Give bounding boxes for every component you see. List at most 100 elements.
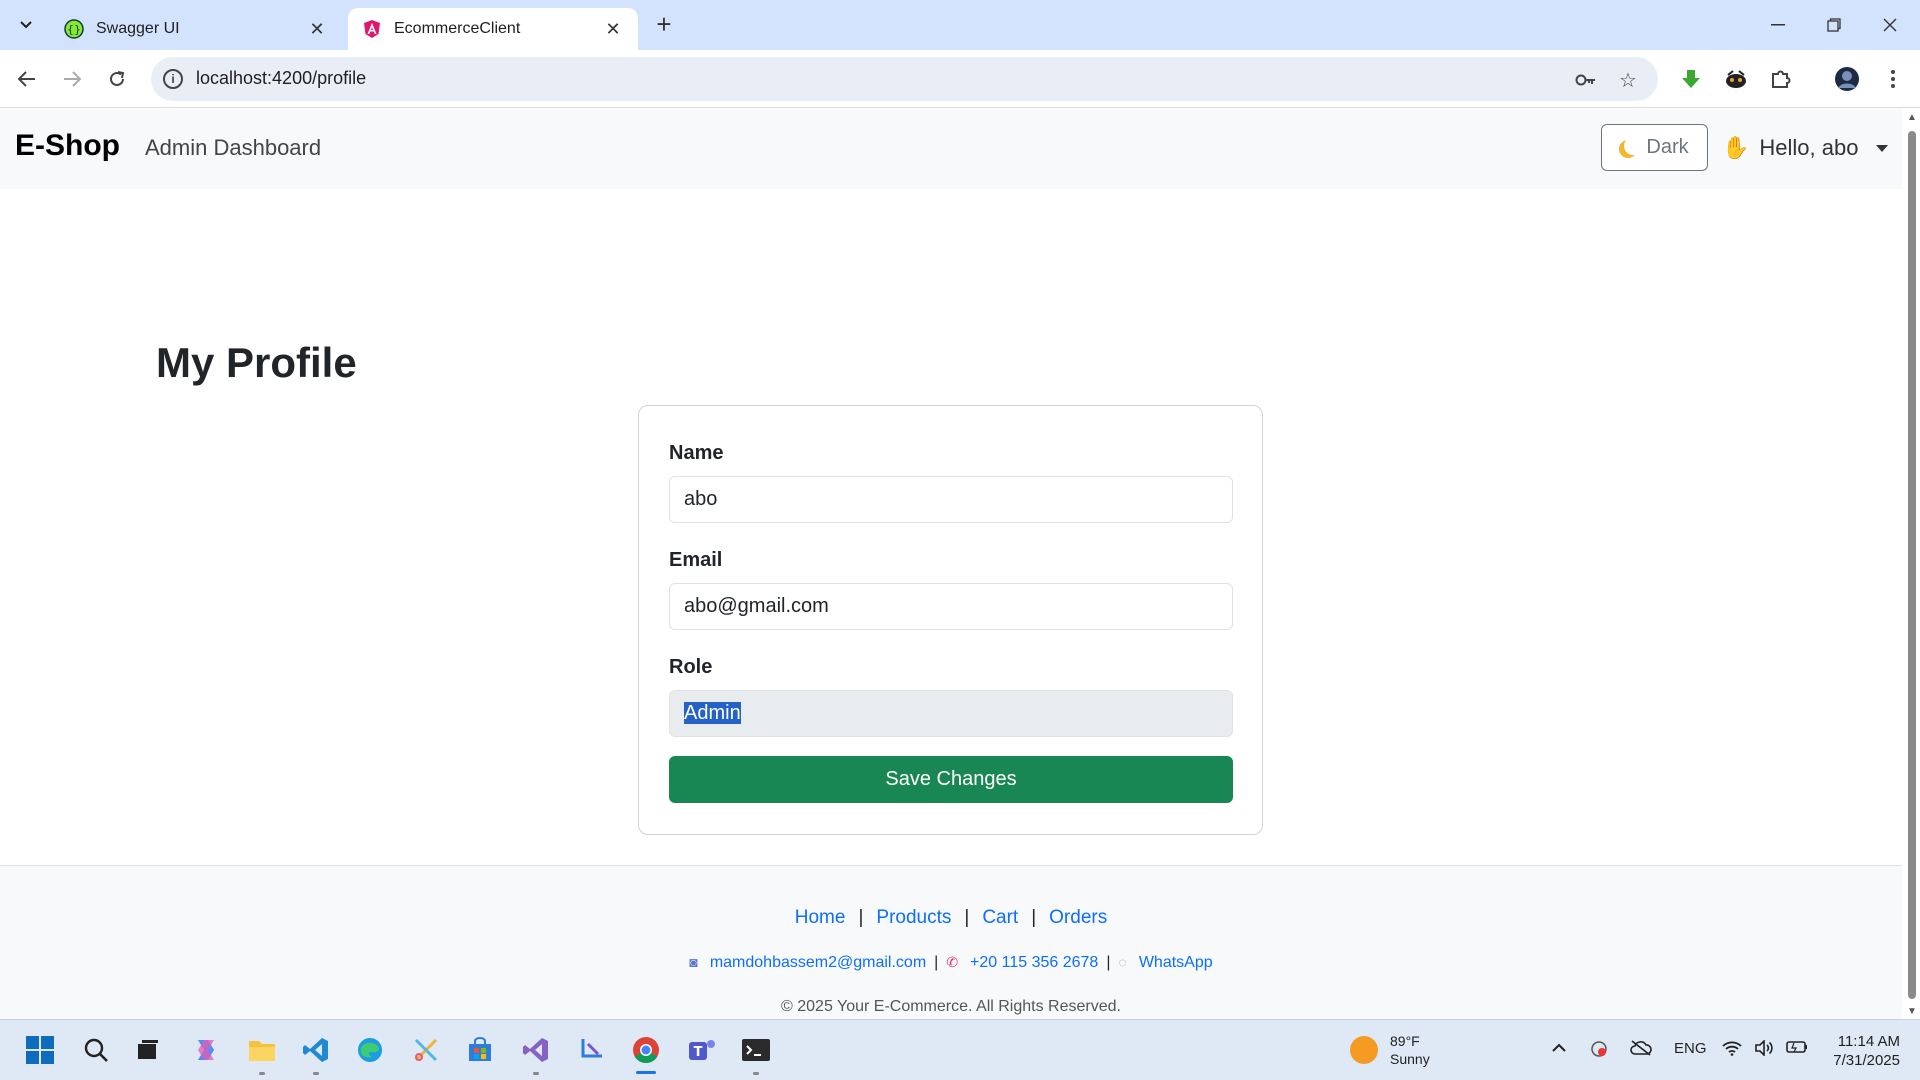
footer-separator: | xyxy=(964,907,970,928)
profile-avatar[interactable] xyxy=(1834,66,1860,92)
footer-link-orders[interactable]: Orders xyxy=(1049,907,1107,928)
email-icon: ◙ xyxy=(689,954,698,970)
svg-text:T: T xyxy=(694,1045,703,1060)
tab-search-button[interactable] xyxy=(10,10,42,40)
terminal-icon[interactable] xyxy=(738,1032,774,1068)
task-view-icon[interactable] xyxy=(130,1032,166,1068)
footer-link-home[interactable]: Home xyxy=(795,907,846,928)
clock-time: 11:14 AM xyxy=(1837,1033,1900,1050)
new-tab-button[interactable]: + xyxy=(650,11,678,39)
name-input[interactable]: abo xyxy=(669,476,1233,523)
running-indicator xyxy=(313,1072,319,1075)
page-scrollbar[interactable]: ▲ ▼ xyxy=(1904,109,1920,1019)
footer-link-products[interactable]: Products xyxy=(876,907,951,928)
footer-contact: ◙ mamdohbassem2@gmail.com | ✆ +20 115 356 26… xyxy=(0,954,1902,972)
teams-icon[interactable]: T xyxy=(684,1032,720,1068)
site-footer: Home | Products | Cart | Orders ◙ mamdohbassem2… xyxy=(0,865,1902,1019)
battery-icon[interactable] xyxy=(1786,1040,1808,1058)
page-viewport: E-Shop Admin Dashboard Dark ✋ Hello, abo… xyxy=(0,109,1902,1019)
swagger-icon: {} xyxy=(64,19,84,39)
snipping-tool-icon[interactable] xyxy=(408,1032,444,1068)
footer-whatsapp-link[interactable]: WhatsApp xyxy=(1139,954,1213,971)
weather-description: Sunny xyxy=(1390,1051,1430,1067)
extension-icon[interactable] xyxy=(1723,66,1749,92)
running-indicator xyxy=(753,1072,759,1075)
tab-title: Swagger UI xyxy=(96,20,180,37)
show-hidden-icons-chevron-icon[interactable] xyxy=(1552,1040,1566,1057)
tab-ecommerce-client[interactable]: EcommerceClient ✕ xyxy=(348,8,638,50)
onedrive-offline-icon[interactable] xyxy=(1630,1040,1652,1060)
site-info-icon[interactable]: i xyxy=(163,69,183,89)
minimize-button[interactable] xyxy=(1750,0,1806,50)
running-indicator xyxy=(533,1072,539,1075)
edge-icon[interactable] xyxy=(352,1032,388,1068)
search-icon[interactable] xyxy=(78,1032,114,1068)
waving-hand-icon: ✋ xyxy=(1722,135,1750,160)
page-title: My Profile xyxy=(156,339,357,386)
browser-menu-icon[interactable] xyxy=(1880,66,1906,92)
copyright-text: © 2025 Your E-Commerce. All Rights Reser… xyxy=(781,998,1121,1015)
puzzle-extensions-icon[interactable] xyxy=(1768,66,1794,92)
save-changes-button[interactable]: Save Changes xyxy=(669,756,1233,803)
security-tray-icon[interactable] xyxy=(1590,1040,1608,1062)
email-input[interactable]: abo@gmail.com xyxy=(669,583,1233,630)
close-icon xyxy=(1883,18,1897,32)
reload-icon xyxy=(110,71,125,86)
angular-icon xyxy=(362,19,382,39)
site-navbar: E-Shop Admin Dashboard Dark ✋ Hello, abo xyxy=(0,109,1902,189)
footer-separator: | xyxy=(858,907,864,928)
running-indicator xyxy=(259,1072,265,1075)
close-window-button[interactable] xyxy=(1862,0,1918,50)
arrow-right-icon xyxy=(64,71,81,87)
reload-button[interactable] xyxy=(101,63,133,95)
visual-studio-icon[interactable] xyxy=(518,1032,554,1068)
vscode-icon[interactable] xyxy=(298,1032,334,1068)
nav-admin-dashboard[interactable]: Admin Dashboard xyxy=(145,135,321,161)
user-greeting: Hello, abo xyxy=(1759,135,1859,160)
theme-toggle-button[interactable]: Dark xyxy=(1601,124,1708,171)
brand-logo[interactable]: E-Shop xyxy=(15,129,120,163)
role-input[interactable]: Admin xyxy=(669,690,1233,737)
back-button[interactable] xyxy=(11,63,43,95)
windows-start-icon[interactable] xyxy=(22,1032,58,1068)
footer-email-link[interactable]: mamdohbassem2@gmail.com xyxy=(710,954,926,971)
wifi-icon[interactable] xyxy=(1722,1040,1742,1060)
footer-links: Home | Products | Cart | Orders xyxy=(0,907,1902,929)
role-label: Role xyxy=(669,656,713,678)
footer-phone-link[interactable]: +20 115 356 2678 xyxy=(970,954,1098,971)
arrow-left-icon xyxy=(18,71,35,87)
footer-link-cart[interactable]: Cart xyxy=(982,907,1018,928)
address-bar[interactable]: i localhost:4200/profile ☆ xyxy=(151,57,1658,101)
profile-card: Name abo Email abo@gmail.com Role Admin … xyxy=(638,405,1263,835)
role-value-selected: Admin xyxy=(684,702,741,724)
scroll-up-arrow-icon[interactable]: ▲ xyxy=(1907,113,1917,123)
scroll-thumb[interactable] xyxy=(1908,131,1916,999)
close-tab-icon[interactable]: ✕ xyxy=(306,18,328,40)
restore-button[interactable] xyxy=(1806,0,1862,50)
volume-icon[interactable] xyxy=(1754,1039,1774,1060)
system-clock[interactable]: 11:14 AM 7/31/2025 xyxy=(1820,1032,1900,1070)
close-tab-icon[interactable]: ✕ xyxy=(602,18,624,40)
user-dropdown[interactable]: ✋ Hello, abo xyxy=(1722,131,1889,165)
password-key-icon[interactable] xyxy=(1575,69,1597,91)
weather-widget[interactable]: 89°F Sunny xyxy=(1350,1032,1430,1068)
windows-taskbar: T 89°F Sunny ENG 11:14 AM 7/31/2025 xyxy=(0,1019,1920,1080)
scroll-down-arrow-icon[interactable]: ▼ xyxy=(1907,1007,1917,1017)
theme-toggle-label: Dark xyxy=(1646,136,1689,158)
name-label: Name xyxy=(669,442,724,464)
forward-button[interactable] xyxy=(56,63,88,95)
microsoft-store-icon[interactable] xyxy=(462,1032,498,1068)
footer-separator: | xyxy=(1031,907,1037,928)
file-explorer-icon[interactable] xyxy=(244,1032,280,1068)
browser-tabbar: {} Swagger UI ✕ EcommerceClient ✕ + xyxy=(0,0,1920,50)
download-extension-icon[interactable] xyxy=(1678,66,1704,92)
browser-toolbar: i localhost:4200/profile ☆ xyxy=(0,50,1920,108)
language-indicator[interactable]: ENG xyxy=(1674,1040,1707,1057)
caret-down-icon xyxy=(1876,144,1889,152)
snip-sketch-icon[interactable] xyxy=(574,1032,610,1068)
copilot-icon[interactable] xyxy=(188,1032,224,1068)
tab-swagger-ui[interactable]: {} Swagger UI ✕ xyxy=(50,8,342,50)
active-app-indicator xyxy=(636,1071,656,1074)
bookmark-star-icon[interactable]: ☆ xyxy=(1617,69,1639,92)
chrome-icon[interactable] xyxy=(628,1032,664,1068)
